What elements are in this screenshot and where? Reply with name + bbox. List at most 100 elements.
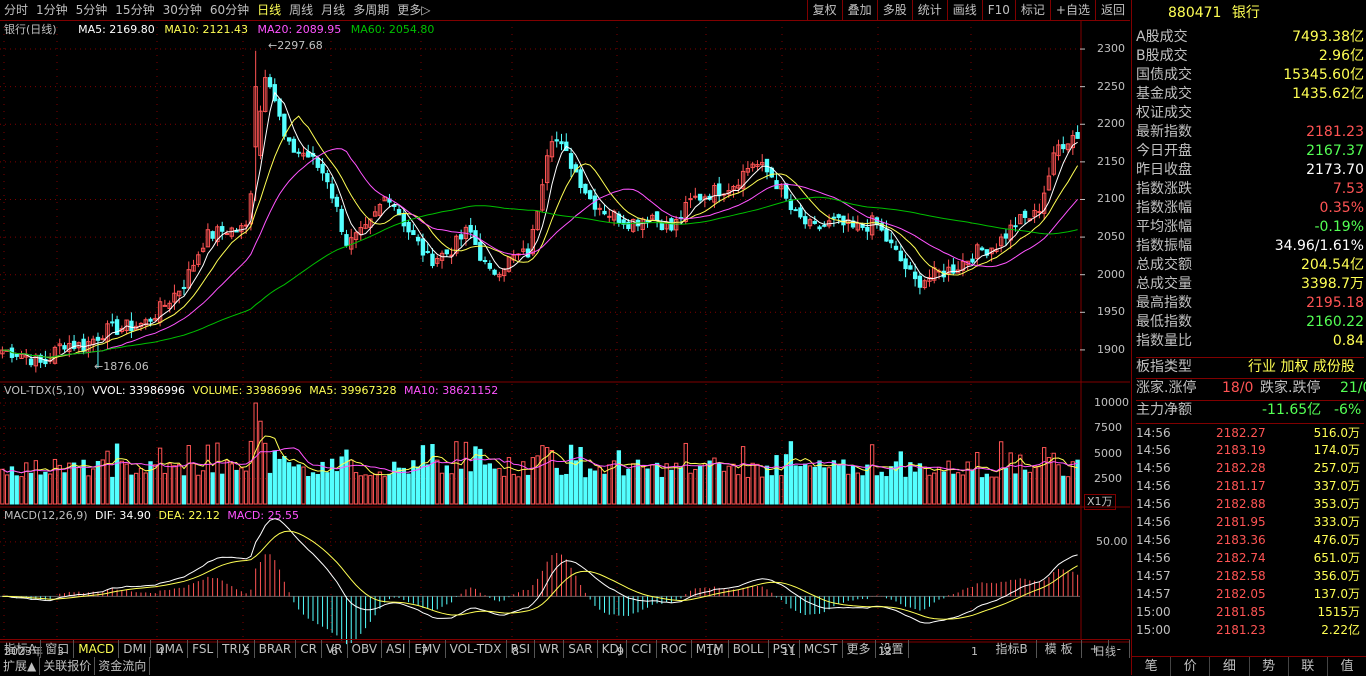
quote-extra-row: 涨家.涨停 18/0 跌家.跌停 21/0 xyxy=(1136,378,1366,398)
candle-body xyxy=(81,338,86,352)
indicator-tab[interactable]: BOLL xyxy=(729,640,769,658)
indicator-tab[interactable]: TRIX xyxy=(218,640,255,658)
indicator-tab[interactable]: 指标A xyxy=(0,640,42,658)
indicator-tab[interactable]: 窗口 xyxy=(41,640,75,658)
indicator-tab[interactable]: PSY xyxy=(769,640,800,658)
panel-tab[interactable]: 联 xyxy=(1289,657,1328,676)
period-tab[interactable]: 更多▷ xyxy=(393,0,434,20)
candle-body xyxy=(339,208,344,232)
tick-volume: 353.0万 xyxy=(1313,497,1360,511)
toolbar-action-button[interactable]: 画线 xyxy=(946,0,982,20)
period-tab[interactable]: 60分钟 xyxy=(206,0,253,20)
indicator-tab[interactable]: BRAR xyxy=(255,640,297,658)
volume-bar xyxy=(583,477,588,505)
indicator-tab[interactable]: MTM xyxy=(692,640,729,658)
indicator-tab[interactable]: VOL-TDX xyxy=(446,640,507,658)
volume-bar xyxy=(994,476,999,505)
indicator-tab[interactable]: DMA xyxy=(151,640,189,658)
toolbar-action-button[interactable]: 返回 xyxy=(1094,0,1130,20)
tick-price: 2181.23 xyxy=(1216,623,1266,637)
candle-body xyxy=(267,77,273,88)
indicator-tab[interactable]: WR xyxy=(535,640,565,658)
period-tab[interactable]: 多周期 xyxy=(349,0,393,20)
quote-value: 2167.37 xyxy=(1306,143,1364,159)
vol-tick-label: 2500 xyxy=(1094,471,1122,485)
indicator-tab[interactable]: 设置 xyxy=(876,640,909,658)
indicator-tab[interactable]: DMI xyxy=(119,640,152,658)
volume-bar xyxy=(420,445,426,505)
indicator-tab[interactable]: CR xyxy=(296,640,322,658)
tick-row: 14:56 2182.28 257.0万 xyxy=(1136,459,1364,477)
panel-tab[interactable]: 细 xyxy=(1210,657,1250,676)
period-tab[interactable]: 分时 xyxy=(0,0,32,20)
volume-bar xyxy=(1075,459,1080,505)
volume-bar xyxy=(1070,461,1076,505)
indicator-right-button[interactable]: 指标B xyxy=(988,640,1037,658)
toolbar-action-button[interactable]: 多股 xyxy=(876,0,912,20)
indicator-tab[interactable]: CCI xyxy=(627,640,657,658)
indicator-right-button[interactable]: + xyxy=(1082,640,1109,658)
candle-body xyxy=(1061,144,1066,150)
bottom-tab[interactable]: 扩展▲ xyxy=(0,657,41,675)
indicator-tab[interactable]: VR xyxy=(322,640,348,658)
volume-bar xyxy=(831,460,837,505)
indicator-tab[interactable]: RSI xyxy=(507,640,536,658)
fall-label: 跌家.跌停 xyxy=(1260,380,1321,396)
kline-chart[interactable] xyxy=(0,20,1130,650)
quote-row: 最高指数 2195.18 xyxy=(1136,294,1364,313)
candle-body xyxy=(220,226,225,232)
indicator-tab[interactable]: ASI xyxy=(382,640,411,658)
indicator-tab[interactable]: SAR xyxy=(564,640,598,658)
toolbar-action-button[interactable]: 标记 xyxy=(1014,0,1050,20)
panel-tab[interactable]: 值 xyxy=(1328,657,1366,676)
period-tab[interactable]: 周线 xyxy=(285,0,317,20)
indicator-tab[interactable]: KDJ xyxy=(598,640,628,658)
indicator-tab[interactable]: MCST xyxy=(800,640,843,658)
quote-row: A股成交 7493.38亿 xyxy=(1136,28,1364,47)
period-tab[interactable]: 日线 xyxy=(253,0,285,20)
chart-area[interactable]: 银行(日线) MA5: 2169.80 MA10: 2121.43 MA20: … xyxy=(0,20,1130,658)
panel-tab[interactable]: 价 xyxy=(1171,657,1211,676)
period-tab[interactable]: 15分钟 xyxy=(111,0,158,20)
toolbar-action-button[interactable]: 叠加 xyxy=(841,0,877,20)
ma10-label: MA10: 2121.43 xyxy=(164,23,249,36)
volume-bar xyxy=(344,449,349,505)
panel-tabs: 笔价细势联值 xyxy=(1132,656,1366,676)
indicator-tab[interactable]: MACD xyxy=(74,640,120,658)
tick-row: 15:00 2181.85 1515万 xyxy=(1136,603,1364,621)
indicator-tab[interactable]: OBV xyxy=(348,640,383,658)
indicator-right-button[interactable]: - xyxy=(1109,640,1130,658)
period-tab[interactable]: 30分钟 xyxy=(159,0,206,20)
net-pct: -6% xyxy=(1334,402,1362,418)
period-tab[interactable]: 5分钟 xyxy=(72,0,112,20)
toolbar-action-button[interactable]: 统计 xyxy=(911,0,947,20)
indicator-tab[interactable]: EMV xyxy=(410,640,446,658)
bottom-tab[interactable]: 关联报价 xyxy=(40,657,96,675)
candle-body xyxy=(836,214,841,218)
candle-body xyxy=(764,158,770,173)
toolbar-action-button[interactable]: F10 xyxy=(981,0,1015,20)
volume-bar xyxy=(449,473,454,505)
toolbar-action-button[interactable]: 复权 xyxy=(806,0,842,20)
period-tab[interactable]: 1分钟 xyxy=(32,0,72,20)
panel-tab[interactable]: 笔 xyxy=(1132,657,1172,676)
volume-bar xyxy=(822,467,827,505)
indicator-right-button[interactable]: 模 板 xyxy=(1037,640,1082,658)
quote-label: 最高指数 xyxy=(1136,295,1192,311)
volume-bar xyxy=(296,464,301,505)
indicator-tab[interactable]: ROC xyxy=(657,640,692,658)
period-tab[interactable]: 月线 xyxy=(317,0,349,20)
volume-bar xyxy=(167,463,172,505)
toolbar-action-button[interactable]: +自选 xyxy=(1049,0,1095,20)
candle-body xyxy=(487,262,492,269)
quote-row: 国债成交 15345.60亿 xyxy=(1136,66,1364,85)
tick-price: 2181.17 xyxy=(1216,479,1266,493)
volume-bar xyxy=(38,474,43,505)
bottom-tab[interactable]: 资金流向 xyxy=(95,657,151,675)
indicator-tab[interactable]: FSL xyxy=(188,640,219,658)
panel-tab[interactable]: 势 xyxy=(1250,657,1289,676)
quote-label: 总成交量 xyxy=(1136,276,1192,292)
candle-body xyxy=(669,218,674,231)
high-marker: ←2297.68 xyxy=(268,39,323,52)
indicator-tab[interactable]: 更多 xyxy=(843,640,876,658)
